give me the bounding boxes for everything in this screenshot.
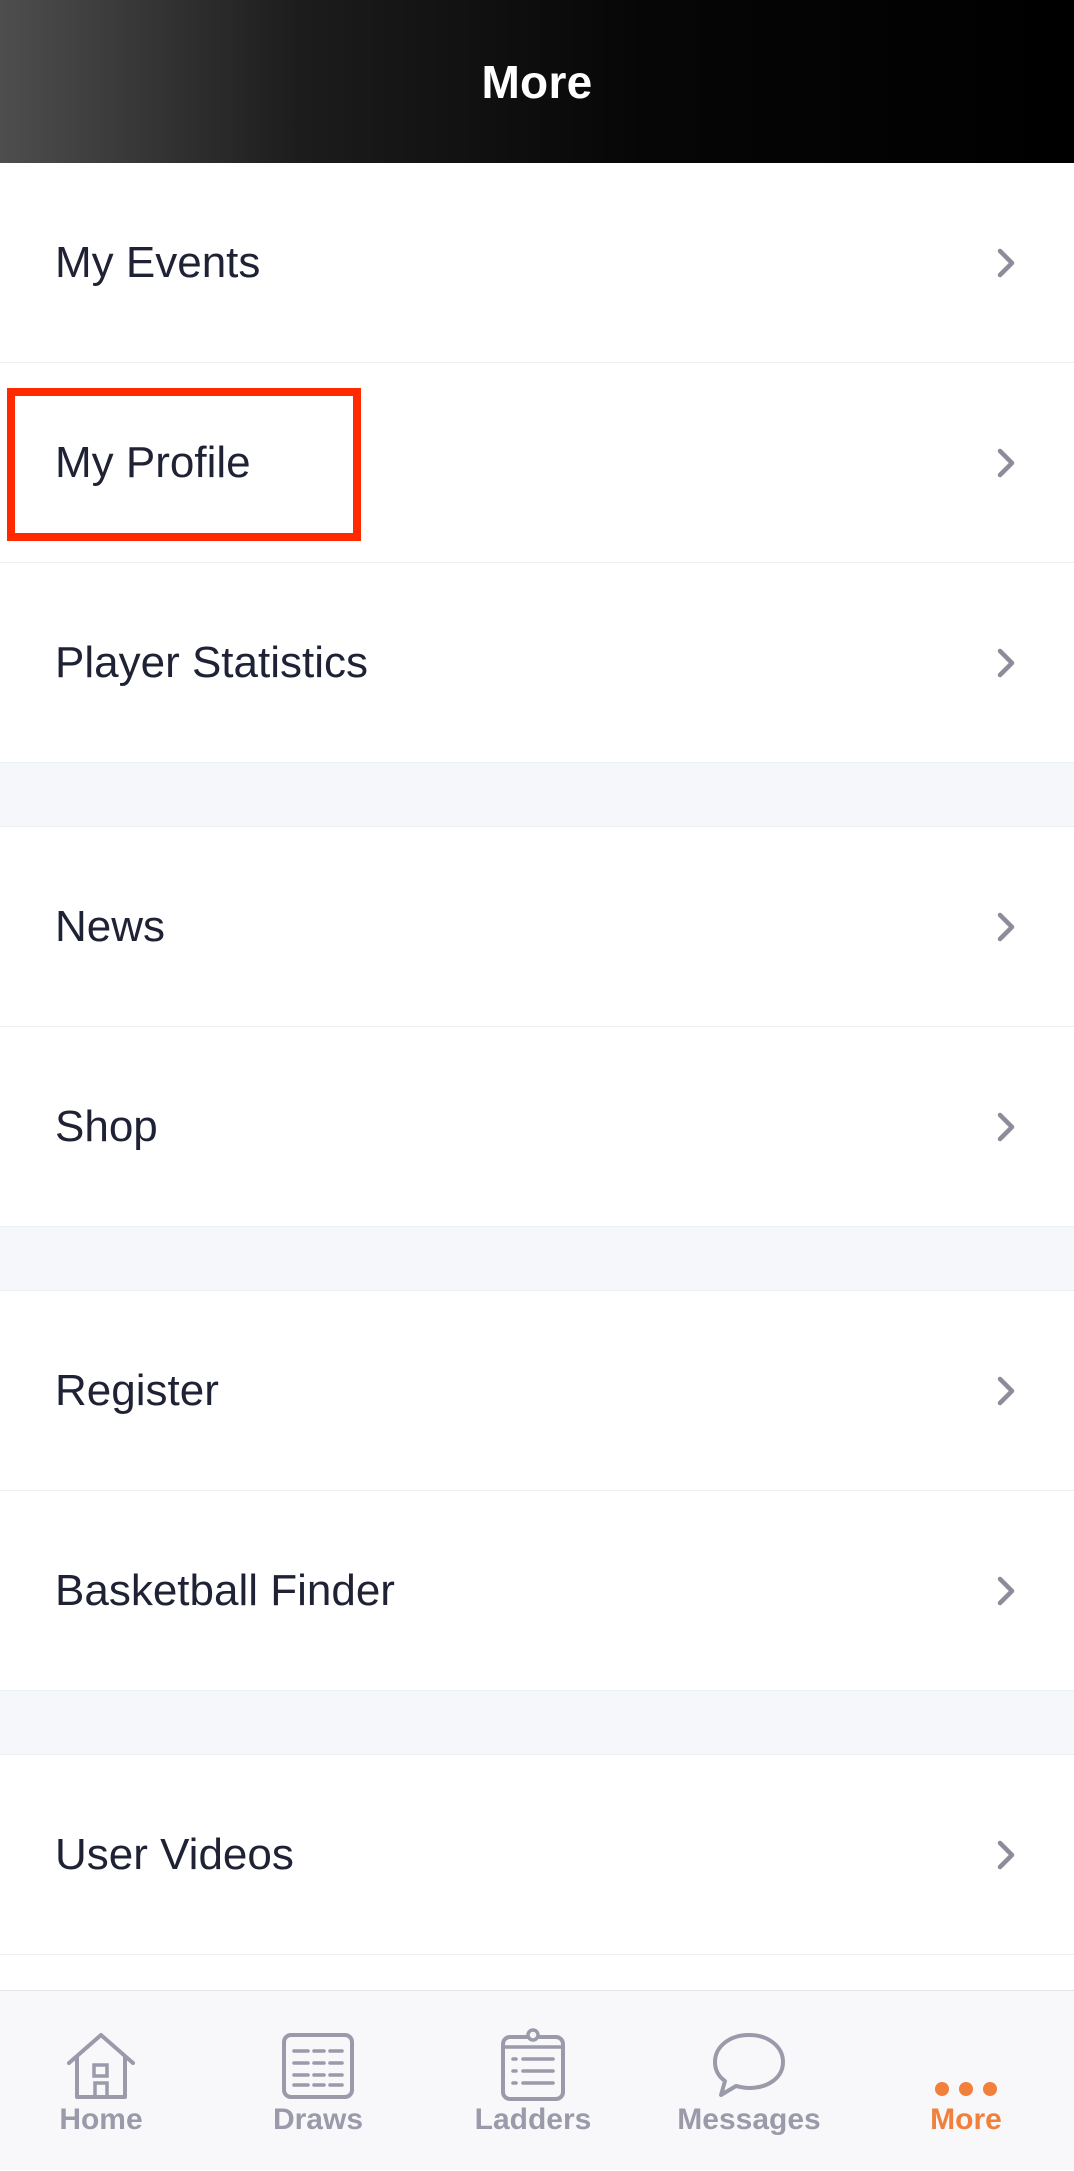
- chevron-right-icon: [997, 248, 1015, 277]
- tab-home[interactable]: Home: [1, 1991, 201, 2171]
- chevron-right-icon: [997, 1840, 1015, 1869]
- home-icon: [67, 2033, 135, 2099]
- tab-more[interactable]: More: [866, 1991, 1066, 2171]
- chevron-right-icon: [997, 912, 1015, 941]
- tab-label: Messages: [677, 2103, 821, 2136]
- page-title: More: [481, 55, 593, 108]
- tab-label: Draws: [272, 2103, 364, 2136]
- menu-item-player-statistics[interactable]: Player Statistics: [0, 563, 1074, 763]
- section-divider: [0, 1691, 1074, 1755]
- menu-item-label: User Videos: [55, 1829, 294, 1879]
- tab-label: Ladders: [474, 2103, 592, 2136]
- menu-item-shop[interactable]: Shop: [0, 1027, 1074, 1227]
- ladders-icon: [501, 2028, 565, 2101]
- chevron-right-icon: [997, 448, 1015, 477]
- menu-item-label: Register: [55, 1365, 219, 1415]
- more-icon: [935, 2082, 997, 2096]
- draws-icon: [282, 2033, 354, 2099]
- menu-item-label: My Events: [55, 237, 261, 287]
- menu-item-label: News: [55, 901, 166, 951]
- menu-item-news[interactable]: News: [0, 827, 1074, 1027]
- chevron-right-icon: [997, 1376, 1015, 1405]
- menu-item-user-videos[interactable]: User Videos: [0, 1755, 1074, 1955]
- menu-item-register[interactable]: Register: [0, 1291, 1074, 1491]
- tab-ladders[interactable]: Ladders: [433, 1991, 633, 2171]
- menu-item-label: Basketball Finder: [55, 1565, 395, 1615]
- section-divider: [0, 763, 1074, 827]
- tab-label: More: [930, 2103, 1002, 2136]
- bottom-tab-bar: Home Draws Ladders Messages More: [0, 1990, 1074, 2170]
- section-divider: [0, 1227, 1074, 1291]
- menu-item-label: Player Statistics: [55, 637, 368, 687]
- tab-draws[interactable]: Draws: [218, 1991, 418, 2171]
- highlight-box: [7, 388, 361, 541]
- chevron-right-icon: [997, 1576, 1015, 1605]
- messages-icon: [713, 2033, 785, 2097]
- menu-item-my-events[interactable]: My Events: [0, 163, 1074, 363]
- chevron-right-icon: [997, 648, 1015, 677]
- chevron-right-icon: [997, 1112, 1015, 1141]
- tab-messages[interactable]: Messages: [649, 1991, 849, 2171]
- tab-label: Home: [59, 2103, 143, 2136]
- header-bar: More: [0, 0, 1074, 163]
- menu-item-basketball-finder[interactable]: Basketball Finder: [0, 1491, 1074, 1691]
- menu-item-label: Shop: [55, 1101, 158, 1151]
